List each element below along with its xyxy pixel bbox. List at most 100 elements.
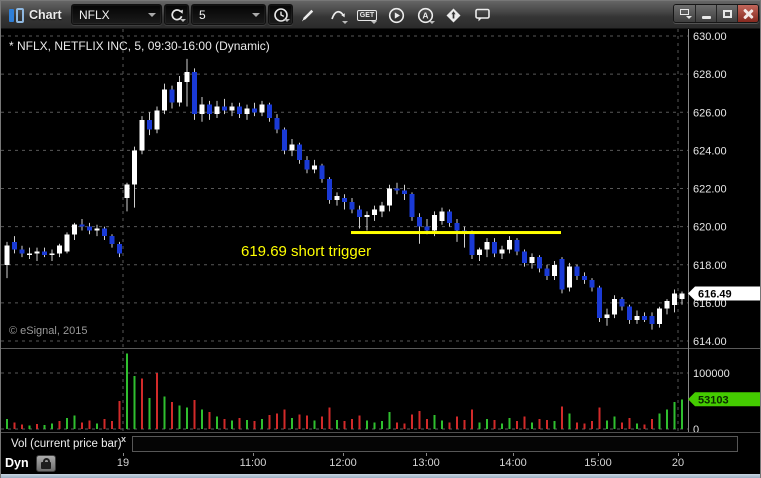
candle-body xyxy=(304,159,310,170)
volume-bar xyxy=(441,420,443,429)
notes-button[interactable] xyxy=(470,4,494,26)
volume-bar xyxy=(486,418,488,429)
price-axis-label: 622.00 xyxy=(693,184,727,196)
candle-body xyxy=(379,205,385,212)
price-axis-label: 618.00 xyxy=(693,260,727,272)
lock-button[interactable] xyxy=(36,455,56,472)
replay-button[interactable] xyxy=(384,4,408,26)
restore-icon xyxy=(680,8,689,15)
volume-bar xyxy=(223,418,226,429)
symbol-combobox[interactable]: NFLX xyxy=(71,4,162,25)
volume-bar xyxy=(163,396,166,429)
volume-bar xyxy=(246,420,248,429)
candle-body xyxy=(42,251,47,256)
candle-body xyxy=(424,226,430,231)
volume-bar xyxy=(133,375,136,429)
speech-bubble-icon xyxy=(474,8,490,22)
candle-body xyxy=(109,236,115,244)
candle-body xyxy=(132,150,137,185)
volume-bar xyxy=(396,422,398,429)
close-study-icon[interactable]: x xyxy=(121,434,126,444)
candle-body xyxy=(57,245,62,254)
get-data-button[interactable]: GET xyxy=(355,4,379,26)
volume-bar xyxy=(636,423,638,429)
volume-bar xyxy=(328,407,331,429)
maximize-button[interactable] xyxy=(716,5,737,22)
time-axis-label: 13:00 xyxy=(412,457,440,469)
time-template-button[interactable] xyxy=(268,4,293,25)
candle-body xyxy=(72,224,77,235)
price-axis-label: 626.00 xyxy=(693,107,727,119)
candle-body xyxy=(169,89,175,103)
candle-body xyxy=(252,108,257,113)
candle-body xyxy=(124,184,130,199)
candle-body xyxy=(364,215,370,218)
maximize-icon xyxy=(722,9,732,18)
candlestick-chart[interactable]: 630.00 628.00 626.00 624.00 622.00 620.00 618.… xyxy=(1,29,761,453)
volume-bar xyxy=(643,424,646,429)
candle-body xyxy=(514,239,520,252)
time-axis-bar: Dyn 19 11:00 12:00 13:00 14:00 15:00 20 xyxy=(1,453,760,474)
candle-body xyxy=(439,211,445,221)
candle-body xyxy=(327,178,332,200)
volume-bar xyxy=(118,401,121,429)
time-axis-tick xyxy=(598,453,599,456)
volume-bar xyxy=(426,418,428,429)
dynamic-mode-label: Dyn xyxy=(5,456,29,470)
chevron-down-icon xyxy=(429,21,435,24)
candle-body xyxy=(619,299,625,307)
volume-bar xyxy=(111,421,113,429)
candle-body xyxy=(199,104,205,115)
volume-bar xyxy=(186,407,188,429)
candle-body xyxy=(589,280,595,288)
chart-window: Chart NFLX 5 GET A 630.00 628.00 626.00 … xyxy=(0,0,761,478)
volume-bar xyxy=(606,420,608,429)
draw-tool-button[interactable] xyxy=(296,4,320,26)
titlebar: Chart NFLX 5 GET A xyxy=(1,1,760,29)
volume-bar xyxy=(58,421,61,429)
chart-app-icon xyxy=(9,8,27,23)
volume-bar xyxy=(628,417,631,429)
restore-window-button[interactable] xyxy=(674,5,695,22)
interval-combobox[interactable]: 5 xyxy=(191,4,266,25)
chart-area[interactable]: 630.00 628.00 626.00 624.00 622.00 620.00 618.… xyxy=(1,29,761,453)
candle-body xyxy=(117,243,122,254)
volume-bar xyxy=(343,421,346,429)
chart-symbol-title: * NFLX, NETFLIX INC, 5, 09:30-16:00 (Dyn… xyxy=(9,39,270,53)
minimize-button[interactable] xyxy=(695,5,716,22)
volume-study-label: Vol (current price bar) xyxy=(11,438,122,450)
candle-body xyxy=(537,257,542,269)
chevron-down-icon[interactable] xyxy=(148,13,156,17)
volume-bar xyxy=(366,420,368,429)
chevron-down-icon xyxy=(371,21,377,24)
symbol-cycle-button[interactable] xyxy=(164,4,189,25)
candle-body xyxy=(522,251,527,263)
candle-body xyxy=(139,119,145,151)
volume-bar xyxy=(411,414,413,429)
candle-body xyxy=(312,165,317,170)
volume-bar xyxy=(66,417,68,429)
volume-bar xyxy=(546,420,548,429)
candle-body xyxy=(409,194,415,218)
candle-body xyxy=(649,316,655,324)
volume-bar xyxy=(501,423,503,429)
volume-bar xyxy=(463,420,466,429)
candle-body xyxy=(289,144,295,151)
close-button[interactable] xyxy=(737,5,758,22)
candle-body xyxy=(672,293,677,305)
analytics-button[interactable]: A xyxy=(413,4,437,26)
candle-body xyxy=(469,232,475,256)
candle-body xyxy=(49,253,55,256)
volume-bar xyxy=(306,415,308,429)
trigger-line[interactable] xyxy=(351,231,561,235)
chart-tools-button[interactable] xyxy=(326,4,350,26)
alerts-button[interactable] xyxy=(441,4,465,26)
trigger-annotation-text[interactable]: 619.69 short trigger xyxy=(241,243,371,260)
chevron-down-icon[interactable] xyxy=(252,13,260,17)
candle-body xyxy=(244,108,250,115)
candle-body xyxy=(387,188,392,206)
time-axis-tick xyxy=(426,453,427,456)
volume-bar xyxy=(103,418,106,429)
candle-body xyxy=(274,117,280,130)
candle-body xyxy=(447,211,452,223)
